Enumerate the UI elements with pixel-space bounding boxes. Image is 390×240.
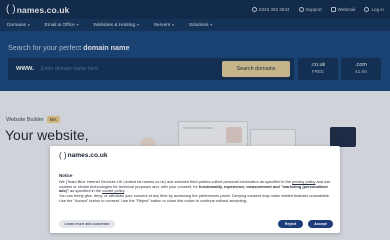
- body-text: Use the "Accept" button to consent. Use …: [59, 197, 248, 203]
- accept-button[interactable]: Accept: [308, 220, 333, 228]
- logo-bracket-icon: ( ): [59, 151, 67, 160]
- cookie-consent-dialog: ( ) names.co.uk Notice We (Team Blue Int…: [50, 146, 340, 233]
- dialog-logo: ( ) names.co.uk: [59, 151, 108, 160]
- dialog-body: We (Team Blue Internet Services UK Limit…: [59, 179, 333, 204]
- dialog-title: Notice: [59, 173, 73, 178]
- reject-button[interactable]: Reject: [278, 220, 303, 228]
- dialog-logo-text: names.co.uk: [67, 152, 108, 159]
- learn-more-button[interactable]: Learn more and customise: [59, 220, 115, 228]
